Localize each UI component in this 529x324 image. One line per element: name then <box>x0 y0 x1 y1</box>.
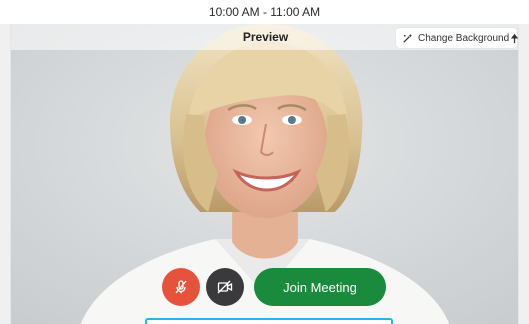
preview-controls: Join Meeting <box>162 268 386 306</box>
camera-off-icon <box>216 278 234 296</box>
video-toggle-button[interactable] <box>206 268 244 306</box>
change-background-label: Change Background <box>418 32 510 44</box>
meeting-time-bar: 10:00 AM - 11:00 AM <box>0 0 529 24</box>
mute-button[interactable] <box>162 268 200 306</box>
microphone-muted-icon <box>172 278 190 296</box>
bottom-focused-field[interactable] <box>145 318 393 324</box>
meeting-preview-window: 10:00 AM - 11:00 AM Preview Change Backg… <box>0 0 529 324</box>
meeting-time-range: 10:00 AM - 11:00 AM <box>208 5 321 19</box>
video-preview-frame: Preview Change Background Join Meeting <box>10 24 519 324</box>
magic-wand-icon <box>402 33 413 44</box>
change-background-button[interactable]: Change Background <box>396 28 518 48</box>
picture-in-picture-button[interactable] <box>505 28 519 48</box>
picture-in-picture-icon <box>509 33 519 44</box>
join-meeting-button[interactable]: Join Meeting <box>254 268 386 306</box>
